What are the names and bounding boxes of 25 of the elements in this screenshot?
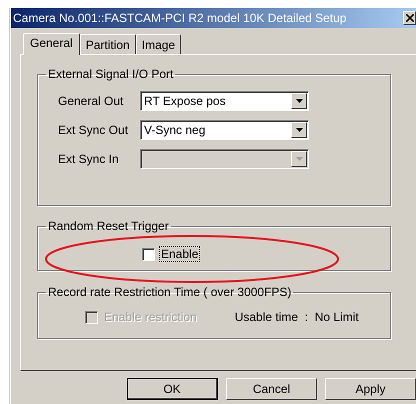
field-label: Ext Sync Out [58, 123, 130, 137]
dropdown[interactable]: V-Sync neg [140, 120, 309, 140]
group-title: Record rate Restriction Time ( over 3000FPS) [47, 285, 292, 299]
caret-icon [296, 128, 302, 132]
usable-time-text: Usable time : No Limit [234, 310, 359, 324]
group-title: External Signal I/O Port [47, 67, 174, 81]
close-button[interactable] [403, 11, 416, 25]
caret-icon [296, 157, 302, 161]
dropdown-arrow-button[interactable] [291, 122, 307, 138]
checkbox[interactable] [142, 248, 155, 260]
dropdown-arrow-button[interactable] [291, 93, 307, 109]
window-title: Camera No.001::FASTCAM-PCI R2 model 10K Detailed Setup [13, 11, 346, 25]
field-label: Ext Sync In [58, 152, 120, 166]
checkbox-label[interactable]: Enable [159, 246, 200, 262]
dialog-button[interactable]: OK [127, 378, 218, 400]
dialog-button[interactable]: Cancel [226, 378, 317, 400]
tab[interactable]: Image [136, 34, 182, 54]
tab[interactable]: General [23, 33, 80, 55]
dropdown[interactable]: RT Expose pos [140, 91, 309, 111]
tab[interactable]: Partition [80, 34, 136, 54]
field-label: General Out [58, 94, 124, 108]
caret-icon [296, 99, 302, 103]
dialog-button[interactable]: Apply [325, 378, 416, 400]
close-icon [406, 14, 414, 22]
group-title: Random Reset Trigger [47, 219, 170, 233]
